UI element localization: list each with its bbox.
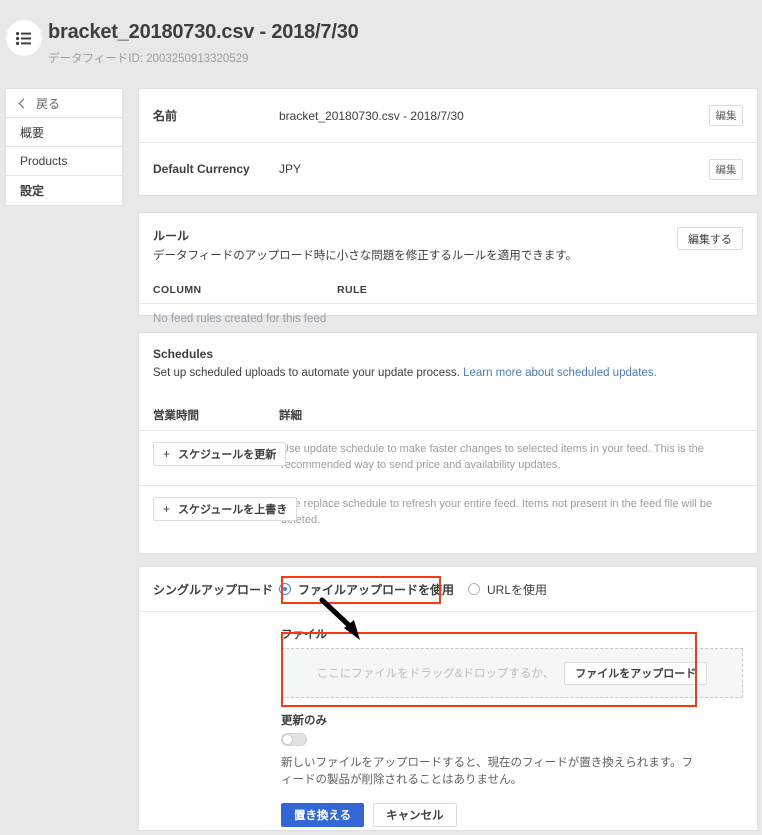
- row-value: JPY: [279, 162, 302, 176]
- plus-icon: +: [163, 501, 171, 516]
- learn-more-link[interactable]: Learn more about scheduled updates.: [463, 367, 657, 379]
- schedules-description-text: Set up scheduled uploads to automate you…: [153, 367, 460, 379]
- file-dropzone[interactable]: ここにファイルをドラッグ&ドロップするか、 ファイルをアップロード: [281, 648, 743, 698]
- schedules-card: Schedules Set up scheduled uploads to au…: [138, 332, 758, 554]
- schedule-description: Use update schedule to make faster chang…: [281, 443, 704, 472]
- radio-label: ファイルアップロードを使用: [298, 582, 455, 597]
- page-header: bracket_20180730.csv - 2018/7/30 データフィード…: [0, 0, 762, 84]
- schedules-title: Schedules: [153, 347, 214, 361]
- upload-mode-radio-group: ファイルアップロードを使用 URLを使用: [279, 581, 561, 598]
- sidebar-item-label: 概要: [20, 125, 45, 140]
- sidebar-item-label: 戻る: [36, 96, 61, 111]
- radio-use-url[interactable]: URLを使用: [468, 581, 547, 598]
- rules-card: ルール データフィードのアップロード時に小さな問題を修正するルールを適用できます…: [138, 212, 758, 325]
- rules-description: データフィードのアップロード時に小さな問題を修正するルールを適用できます。: [153, 250, 578, 262]
- schedule-row-replace: + スケジュールを上書き Use replace schedule to ref…: [139, 484, 757, 540]
- toggle-knob: [282, 734, 293, 745]
- column-header-details: 詳細: [279, 410, 302, 423]
- add-replace-schedule-button[interactable]: + スケジュールを上書き: [153, 496, 298, 521]
- rules-empty-message: No feed rules created for this feed: [153, 313, 327, 326]
- basic-info-card: 名前 bracket_20180730.csv - 2018/7/30 編集 D…: [138, 88, 758, 196]
- sidebar-item-settings[interactable]: 設定: [6, 176, 122, 205]
- page-title: bracket_20180730.csv - 2018/7/30: [48, 21, 359, 43]
- rules-table-header: COLUMN RULE: [139, 284, 757, 305]
- single-upload-card: シングルアップロード ファイルアップロードを使用 URLを使用 ファイル ここに…: [138, 566, 758, 831]
- chevron-left-icon: [18, 98, 29, 108]
- sidebar-item-back[interactable]: 戻る: [6, 89, 122, 118]
- sidebar-item-label: Products: [20, 154, 68, 168]
- schedules-header: Schedules Set up scheduled uploads to au…: [139, 333, 757, 381]
- button-label: スケジュールを上書き: [178, 503, 288, 516]
- list-icon[interactable]: [6, 20, 42, 56]
- sidebar: 戻る 概要 Products 設定: [5, 88, 123, 206]
- column-header-column: COLUMN: [153, 284, 202, 297]
- row-name: 名前 bracket_20180730.csv - 2018/7/30 編集: [139, 89, 757, 142]
- row-label: Default Currency: [153, 162, 250, 176]
- add-update-schedule-button[interactable]: + スケジュールを更新: [153, 442, 287, 467]
- column-header-rule: RULE: [337, 284, 368, 297]
- schedules-description: Set up scheduled uploads to automate you…: [153, 365, 743, 381]
- update-only-toggle[interactable]: [281, 733, 307, 746]
- feed-id-label: データフィードID: 2003250913320529: [48, 53, 249, 65]
- upload-file-button[interactable]: ファイルをアップロード: [564, 661, 708, 685]
- row-default-currency: Default Currency JPY 編集: [139, 142, 757, 195]
- edit-currency-button[interactable]: 編集: [709, 158, 743, 180]
- list-icon-glyph: [16, 31, 31, 45]
- file-field-label: ファイル: [281, 629, 327, 641]
- edit-name-button[interactable]: 編集: [709, 105, 743, 126]
- row-label: 名前: [153, 109, 178, 123]
- column-header-hours: 営業時間: [153, 410, 199, 423]
- edit-rules-button[interactable]: 編集する: [677, 227, 743, 250]
- radio-use-file-upload[interactable]: ファイルアップロードを使用: [279, 581, 454, 598]
- radio-selected-icon: [279, 583, 291, 595]
- update-only-label: 更新のみ: [281, 715, 327, 727]
- button-label: スケジュールを更新: [178, 449, 277, 462]
- schedules-table-header: 営業時間 詳細: [139, 407, 757, 432]
- radio-label: URLを使用: [487, 582, 548, 597]
- plus-icon: +: [163, 447, 171, 462]
- upload-note: 新しいファイルをアップロードすると、現在のフィードが置き換えられます。フィードの…: [281, 757, 694, 787]
- schedule-description: Use replace schedule to refresh your ent…: [281, 497, 713, 526]
- sidebar-item-overview[interactable]: 概要: [6, 118, 122, 147]
- cancel-button[interactable]: キャンセル: [373, 802, 457, 827]
- replace-button[interactable]: 置き換える: [281, 802, 365, 827]
- schedule-row-update: + スケジュールを更新 Use update schedule to make …: [139, 431, 757, 485]
- radio-unselected-icon: [468, 583, 481, 595]
- row-value: bracket_20180730.csv - 2018/7/30: [279, 108, 464, 123]
- rules-header: ルール データフィードのアップロード時に小さな問題を修正するルールを適用できます…: [139, 213, 757, 264]
- upload-body: ファイル ここにファイルをドラッグ&ドロップするか、 ファイルをアップロード 更…: [139, 612, 757, 827]
- rules-title: ルール: [153, 229, 190, 243]
- single-upload-label: シングルアップロード: [153, 582, 274, 597]
- sidebar-item-products[interactable]: Products: [6, 147, 122, 176]
- dropzone-hint-text: ここにファイルをドラッグ&ドロップするか、: [316, 668, 555, 680]
- upload-mode-row: シングルアップロード ファイルアップロードを使用 URLを使用: [139, 567, 757, 612]
- upload-actions: 置き換える キャンセル: [281, 802, 743, 827]
- sidebar-item-label: 設定: [20, 184, 45, 198]
